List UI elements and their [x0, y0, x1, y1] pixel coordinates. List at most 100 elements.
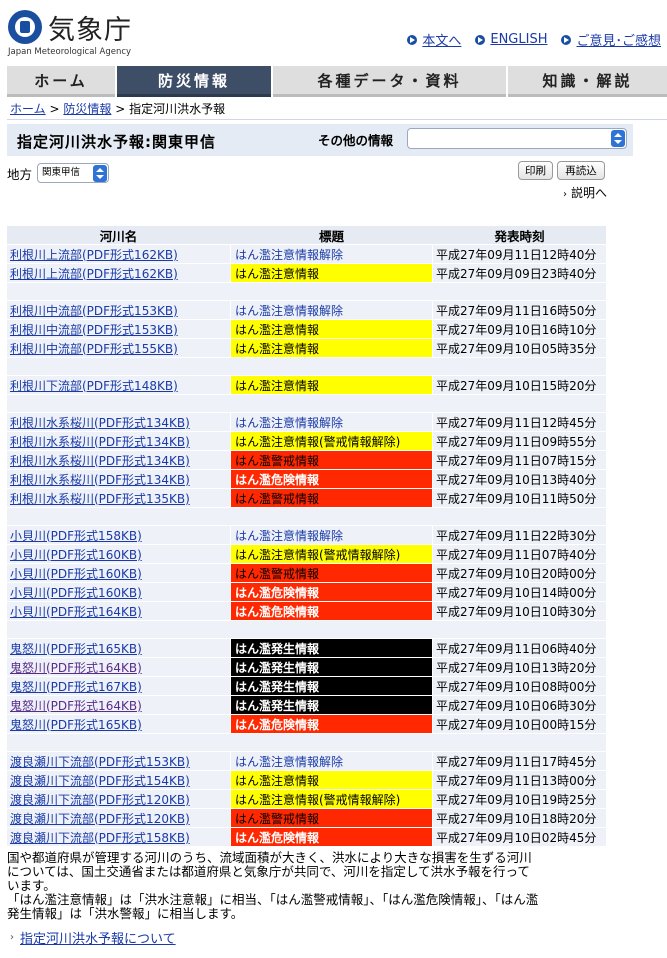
group-spacer [7, 283, 606, 300]
river-pdf-link[interactable]: 利根川水系桜川(PDF形式135KB) [10, 490, 190, 507]
issued-time-cell: 平成27年09月10日18時20分 [433, 809, 606, 827]
table-row: 渡良瀬川下流部(PDF形式153KB) はん濫注意情報解除 平成27年09月11日1… [7, 752, 606, 770]
chevron-right-icon: › [562, 189, 567, 200]
table-row: 渡良瀬川下流部(PDF形式120KB) はん濫注意情報(警戒情報解除) 平成27年0… [7, 790, 606, 808]
issued-time-cell: 平成27年09月10日10時30分 [433, 602, 606, 620]
forecast-title-cell: はん濫注意情報 [231, 339, 432, 357]
issued-time-cell: 平成27年09月10日19時25分 [433, 790, 606, 808]
river-pdf-link[interactable]: 利根川上流部(PDF形式162KB) [10, 265, 178, 282]
issued-time-cell: 平成27年09月10日08時00分 [433, 677, 606, 695]
river-pdf-link[interactable]: 利根川上流部(PDF形式162KB) [10, 246, 178, 263]
river-cell: 鬼怒川(PDF形式164KB) [7, 658, 230, 676]
river-cell: 利根川中流部(PDF形式153KB) [7, 320, 230, 338]
issued-time-cell: 平成27年09月11日07時15分 [433, 451, 606, 469]
table-row: 鬼怒川(PDF形式164KB) はん濫発生情報 平成27年09月10日13時20分 [7, 658, 606, 676]
river-pdf-link[interactable]: 鬼怒川(PDF形式164KB) [10, 697, 142, 714]
river-pdf-link[interactable]: 小貝川(PDF形式160KB) [10, 546, 142, 563]
issued-time-cell: 平成27年09月10日06時30分 [433, 696, 606, 714]
river-pdf-link[interactable]: 利根川中流部(PDF形式153KB) [10, 321, 178, 338]
issued-time-cell: 平成27年09月10日16時10分 [433, 320, 606, 338]
group-spacer [7, 734, 606, 751]
river-pdf-link[interactable]: 渡良瀬川下流部(PDF形式153KB) [10, 753, 190, 770]
forecast-title-cell: はん濫警戒情報 [231, 809, 432, 827]
other-info-select[interactable] [407, 128, 627, 149]
table-row: 鬼怒川(PDF形式167KB) はん濫発生情報 平成27年09月10日08時00分 [7, 677, 606, 695]
issued-time-cell: 平成27年09月10日14時00分 [433, 583, 606, 601]
forecast-title-cell: はん濫注意情報解除 [231, 301, 432, 319]
skip-to-content-link[interactable]: 本文へ [422, 30, 461, 49]
river-pdf-link[interactable]: 鬼怒川(PDF形式167KB) [10, 678, 142, 695]
river-pdf-link[interactable]: 渡良瀬川下流部(PDF形式120KB) [10, 810, 190, 827]
river-pdf-link[interactable]: 利根川水系桜川(PDF形式134KB) [10, 452, 190, 469]
river-pdf-link[interactable]: 渡良瀬川下流部(PDF形式158KB) [10, 829, 190, 846]
forecast-title-cell: はん濫危険情報 [231, 470, 432, 488]
issued-time-cell: 平成27年09月11日07時40分 [433, 545, 606, 563]
river-pdf-link[interactable]: 利根川水系桜川(PDF形式134KB) [10, 414, 190, 431]
breadcrumb-current: 指定河川洪水予報 [129, 102, 226, 116]
river-pdf-link[interactable]: 鬼怒川(PDF形式165KB) [10, 716, 142, 733]
reload-button[interactable]: 再読込 [557, 161, 605, 180]
forecast-title-cell: はん濫危険情報 [231, 583, 432, 601]
tab-data[interactable]: 各種データ・資料 [273, 66, 506, 97]
forecast-title-cell: はん濫注意情報解除 [231, 245, 432, 263]
breadcrumb-home[interactable]: ホーム [10, 102, 46, 116]
river-cell: 鬼怒川(PDF形式164KB) [7, 696, 230, 714]
river-pdf-link[interactable]: 利根川水系桜川(PDF形式134KB) [10, 433, 190, 450]
river-pdf-link[interactable]: 小貝川(PDF形式158KB) [10, 527, 142, 544]
river-pdf-link[interactable]: 小貝川(PDF形式164KB) [10, 603, 142, 620]
forecast-title-cell: はん濫注意情報 [231, 771, 432, 789]
explanation-note: 国や都道府県が管理する河川のうち、流域面積が大きく、洪水により大きな損害を生ずる… [7, 851, 607, 921]
note-line: います。 [7, 878, 56, 893]
table-row: 利根川水系桜川(PDF形式134KB) はん濫警戒情報 平成27年09月11日07時… [7, 451, 606, 469]
print-button[interactable]: 印刷 [518, 161, 553, 180]
table-row: 渡良瀬川下流部(PDF形式158KB) はん濫危険情報 平成27年09月10日02時… [7, 828, 606, 846]
breadcrumb-separator: > [49, 102, 60, 116]
river-pdf-link[interactable]: 利根川水系桜川(PDF形式134KB) [10, 471, 190, 488]
river-cell: 小貝川(PDF形式160KB) [7, 583, 230, 601]
issued-time-cell: 平成27年09月11日13時00分 [433, 771, 606, 789]
arrow-bullet-icon [475, 34, 486, 45]
table-header: 河川名 標題 発表時刻 [7, 226, 606, 244]
river-cell: 小貝川(PDF形式160KB) [7, 545, 230, 563]
breadcrumb-section[interactable]: 防災情報 [63, 102, 111, 116]
tab-knowledge[interactable]: 知識・解説 [508, 66, 667, 97]
river-pdf-link[interactable]: 渡良瀬川下流部(PDF形式154KB) [10, 772, 190, 789]
river-pdf-link[interactable]: 小貝川(PDF形式160KB) [10, 584, 142, 601]
tab-home[interactable]: ホーム [7, 66, 115, 97]
breadcrumb: ホーム > 防災情報 > 指定河川洪水予報 [10, 100, 225, 117]
river-pdf-link[interactable]: 鬼怒川(PDF形式165KB) [10, 640, 142, 657]
river-pdf-link[interactable]: 小貝川(PDF形式160KB) [10, 565, 142, 582]
river-pdf-link[interactable]: 利根川中流部(PDF形式153KB) [10, 302, 178, 319]
river-cell: 鬼怒川(PDF形式165KB) [7, 639, 230, 657]
forecast-title-cell: はん濫発生情報 [231, 658, 432, 676]
river-pdf-link[interactable]: 鬼怒川(PDF形式164KB) [10, 659, 142, 676]
explain-link[interactable]: 説明へ [571, 186, 607, 200]
table-row: 利根川中流部(PDF形式153KB) はん濫注意情報 平成27年09月10日16時1… [7, 320, 606, 338]
river-pdf-link[interactable]: 利根川中流部(PDF形式155KB) [10, 340, 178, 357]
explain-link-wrap[interactable]: › 説明へ [563, 184, 607, 201]
group-spacer [7, 508, 606, 525]
english-link[interactable]: ENGLISH [490, 32, 547, 47]
table-row: 鬼怒川(PDF形式164KB) はん濫発生情報 平成27年09月10日06時30分 [7, 696, 606, 714]
about-flood-forecast-link[interactable]: 指定河川洪水予報について [20, 928, 176, 947]
river-cell: 渡良瀬川下流部(PDF形式120KB) [7, 790, 230, 808]
river-cell: 渡良瀬川下流部(PDF形式120KB) [7, 809, 230, 827]
river-cell: 利根川下流部(PDF形式148KB) [7, 376, 230, 394]
forecast-title-cell: はん濫注意情報解除 [231, 752, 432, 770]
tab-disaster-info[interactable]: 防災情報 [117, 66, 271, 97]
river-pdf-link[interactable]: 渡良瀬川下流部(PDF形式120KB) [10, 791, 190, 808]
table-row: 利根川中流部(PDF形式153KB) はん濫注意情報解除 平成27年09月11日16… [7, 301, 606, 319]
region-selector: 地方 関東甲信 [7, 162, 110, 184]
issued-time-cell: 平成27年09月10日13時20分 [433, 658, 606, 676]
region-select[interactable]: 関東甲信 [37, 163, 110, 183]
table-row: 小貝川(PDF形式164KB) はん濫危険情報 平成27年09月10日10時30分 [7, 602, 606, 620]
issued-time-cell: 平成27年09月10日11時50分 [433, 489, 606, 507]
river-pdf-link[interactable]: 利根川下流部(PDF形式148KB) [10, 377, 178, 394]
region-value: 関東甲信 [42, 167, 81, 178]
feedback-link[interactable]: ご意見･ご感想 [576, 30, 661, 49]
issued-time-cell: 平成27年09月11日12時40分 [433, 245, 606, 263]
forecast-title-cell: はん濫危険情報 [231, 715, 432, 733]
jma-logo[interactable]: 気象庁 Japan Meteorological Agency [8, 8, 138, 58]
note-line: については、国土交通省または都道府県と気象庁が共同で、河川を指定して洪水予報を行… [7, 864, 530, 879]
breadcrumb-separator: > [115, 102, 126, 116]
